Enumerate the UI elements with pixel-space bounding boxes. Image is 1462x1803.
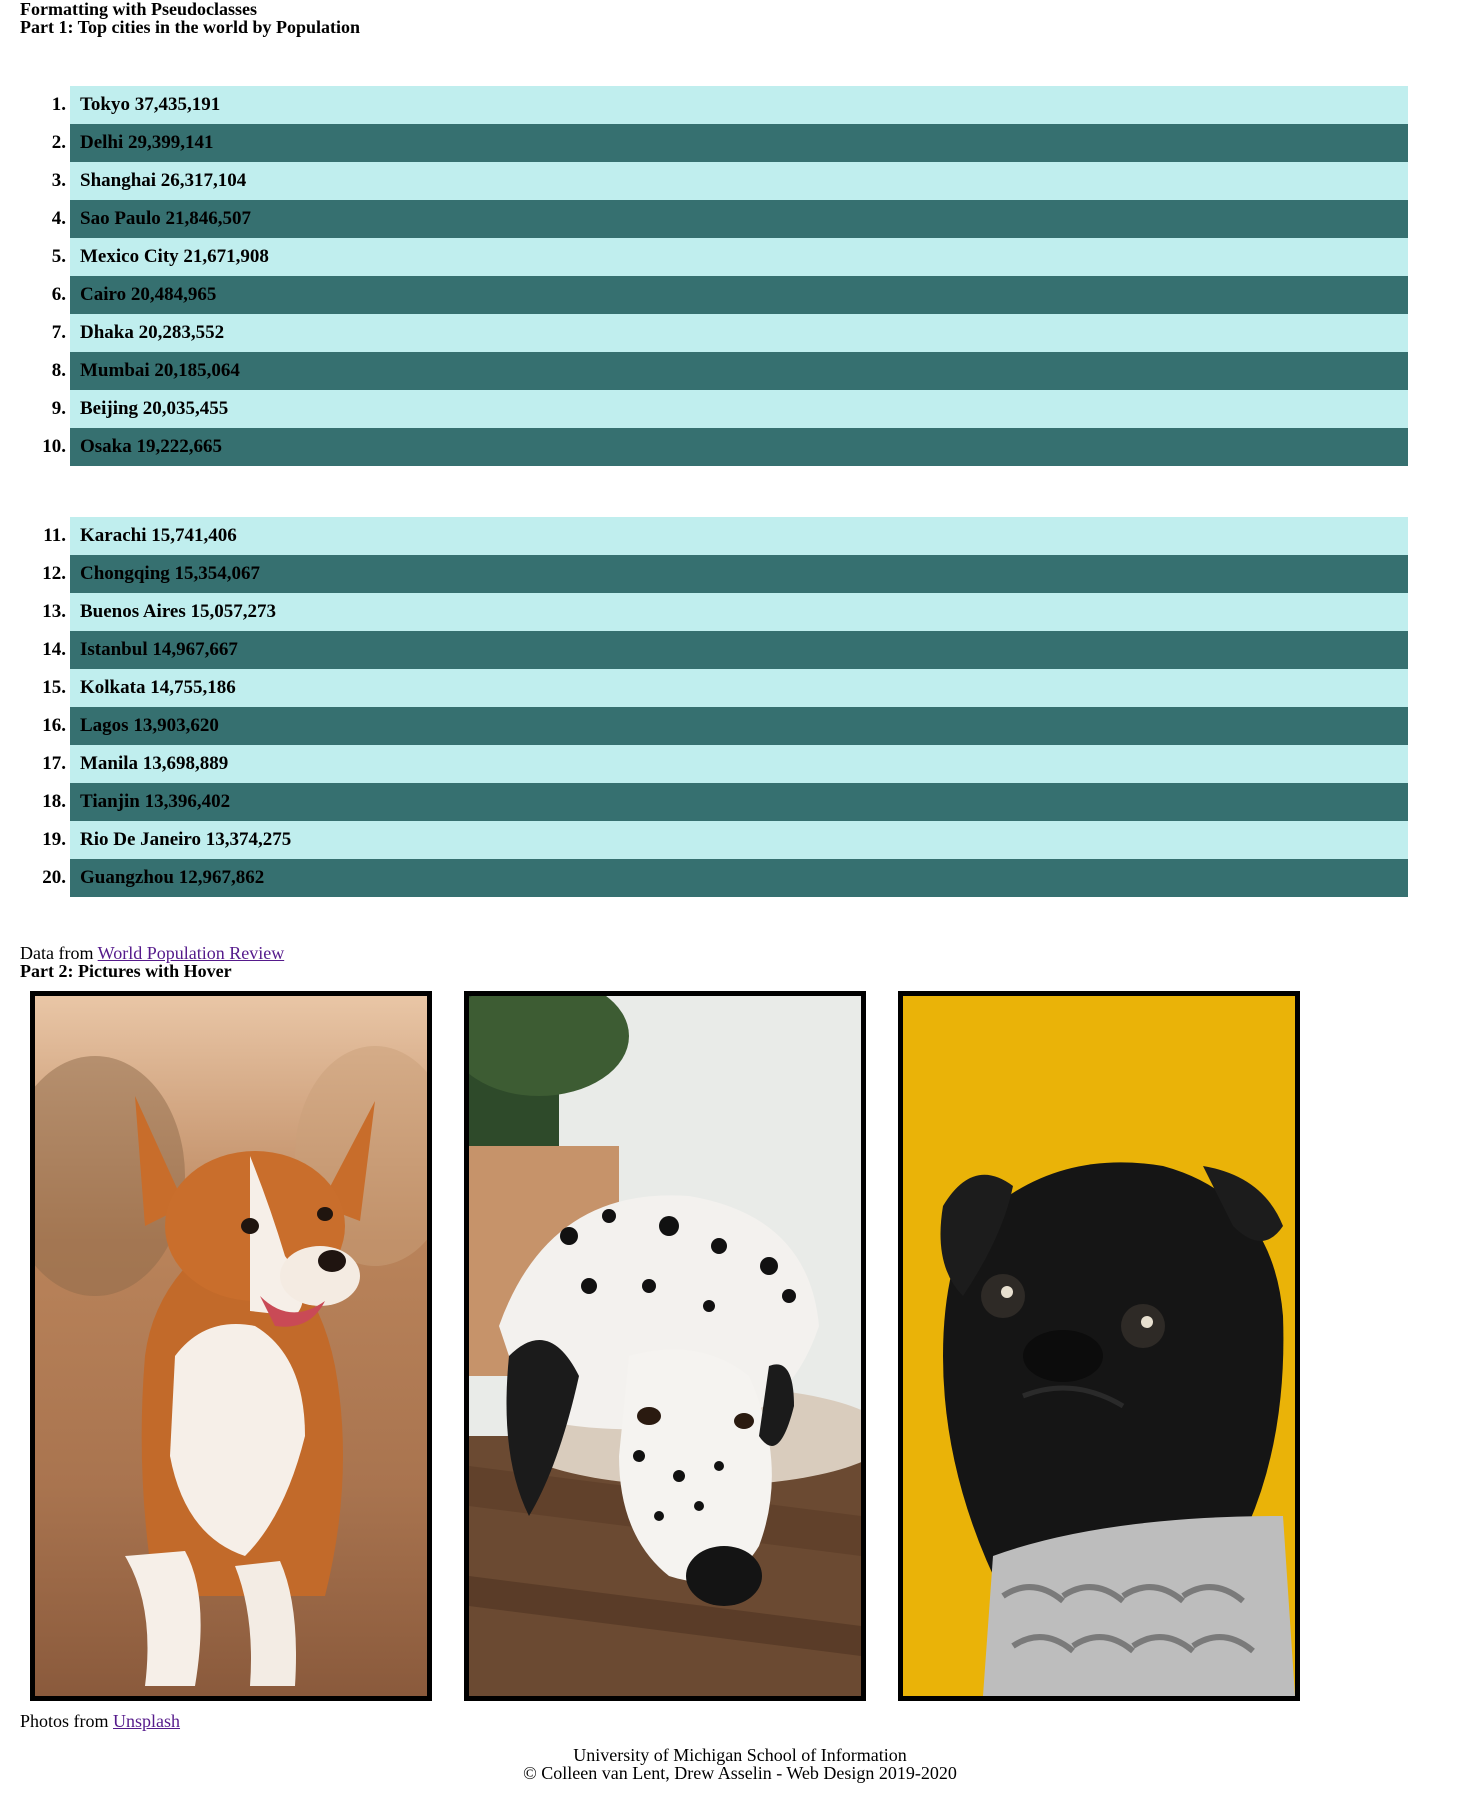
city-population: Tokyo 37,435,191 <box>80 94 221 115</box>
rank-number: 2. <box>51 132 66 153</box>
list-item: 7. Dhaka 20,283,552 <box>52 314 1408 352</box>
list-item: 6. Cairo 20,484,965 <box>52 276 1408 314</box>
city-population: Manila 13,698,889 <box>80 753 229 774</box>
corgi-photo[interactable] <box>30 991 432 1701</box>
part1-heading: Part 1: Top cities in the world by Popul… <box>20 17 361 37</box>
rank-number: 11. <box>43 525 66 546</box>
city-population: Lagos 13,903,620 <box>80 715 219 736</box>
list-item: 4. Sao Paulo 21,846,507 <box>52 200 1408 238</box>
list-item: 12. Chongqing 15,354,067 <box>42 555 1408 593</box>
rank-number: 18. <box>42 791 66 812</box>
city-population: Dhaka 20,283,552 <box>80 322 225 343</box>
part2-heading: Part 2: Pictures with Hover <box>20 961 232 981</box>
pug-photo[interactable] <box>898 991 1300 1701</box>
corgi-image <box>35 996 427 1696</box>
city-population: Istanbul 14,967,667 <box>80 639 238 660</box>
city-population: Mumbai 20,185,064 <box>80 360 240 381</box>
footer-copyright: © Colleen van Lent, Drew Asselin - Web D… <box>523 1763 957 1783</box>
list-item: 1. Tokyo 37,435,191 <box>52 86 1408 124</box>
rank-number: 16. <box>42 715 66 736</box>
list-item: 3. Shanghai 26,317,104 <box>52 162 1408 200</box>
rank-number: 8. <box>51 360 66 381</box>
list-item: 9. Beijing 20,035,455 <box>52 390 1408 428</box>
city-population: Kolkata 14,755,186 <box>80 677 236 698</box>
list-item: 16. Lagos 13,903,620 <box>42 707 1408 745</box>
city-list-11-20: 11. Karachi 15,741,406 12. Chongqing 15,35… <box>0 517 1408 897</box>
rank-number: 10. <box>42 436 66 457</box>
dalmatian-image <box>469 996 861 1696</box>
city-population: Osaka 19,222,665 <box>80 436 222 457</box>
footer-institution: University of Michigan School of Informa… <box>573 1745 907 1765</box>
city-population: Rio De Janeiro 13,374,275 <box>80 829 292 850</box>
list-item: 11. Karachi 15,741,406 <box>43 517 1408 555</box>
unsplash-link[interactable]: Unsplash <box>113 1711 180 1731</box>
rank-number: 6. <box>51 284 66 305</box>
list-item: 13. Buenos Aires 15,057,273 <box>42 593 1408 631</box>
list-item: 20. Guangzhou 12,967,862 <box>42 859 1408 897</box>
city-population: Karachi 15,741,406 <box>80 525 237 546</box>
world-population-review-link[interactable]: World Population Review <box>98 943 285 963</box>
city-list-1-10: 1. Tokyo 37,435,191 2. Delhi 29,399,141 3.… <box>0 86 1408 466</box>
rank-number: 5. <box>51 246 66 267</box>
rank-number: 7. <box>51 322 66 343</box>
city-population: Tianjin 13,396,402 <box>80 791 231 812</box>
page-title: Formatting with Pseudoclasses <box>20 0 257 19</box>
list-item: 14. Istanbul 14,967,667 <box>42 631 1408 669</box>
city-population: Chongqing 15,354,067 <box>80 563 261 584</box>
list-item: 2. Delhi 29,399,141 <box>52 124 1408 162</box>
list-item: 18. Tianjin 13,396,402 <box>42 783 1408 821</box>
list-item: 15. Kolkata 14,755,186 <box>42 669 1408 707</box>
list-item: 10. Osaka 19,222,665 <box>42 428 1408 466</box>
list-item: 5. Mexico City 21,671,908 <box>52 238 1408 276</box>
list-item: 17. Manila 13,698,889 <box>42 745 1408 783</box>
rank-number: 17. <box>42 753 66 774</box>
city-population: Delhi 29,399,141 <box>80 132 214 153</box>
data-source-prefix: Data from <box>20 943 98 963</box>
rank-number: 20. <box>42 867 66 888</box>
city-population: Shanghai 26,317,104 <box>80 170 247 191</box>
photos-source-credit: Photos from Unsplash <box>20 1712 180 1731</box>
rank-number: 12. <box>42 563 66 584</box>
city-population: Guangzhou 12,967,862 <box>80 867 265 888</box>
pug-image <box>903 996 1295 1696</box>
rank-number: 3. <box>51 170 66 191</box>
rank-number: 4. <box>51 208 66 229</box>
photos-source-prefix: Photos from <box>20 1711 114 1731</box>
city-population: Mexico City 21,671,908 <box>80 246 269 267</box>
list-item: 19. Rio De Janeiro 13,374,275 <box>42 821 1408 859</box>
city-population: Cairo 20,484,965 <box>80 284 217 305</box>
rank-number: 19. <box>42 829 66 850</box>
city-population: Buenos Aires 15,057,273 <box>80 601 277 622</box>
dalmatian-photo[interactable] <box>464 991 866 1701</box>
rank-number: 9. <box>51 398 66 419</box>
rank-number: 13. <box>42 601 66 622</box>
list-item: 8. Mumbai 20,185,064 <box>52 352 1408 390</box>
rank-number: 1. <box>51 94 66 115</box>
city-population: Beijing 20,035,455 <box>80 398 229 419</box>
rank-number: 15. <box>42 677 66 698</box>
rank-number: 14. <box>42 639 66 660</box>
city-population: Sao Paulo 21,846,507 <box>80 208 252 229</box>
